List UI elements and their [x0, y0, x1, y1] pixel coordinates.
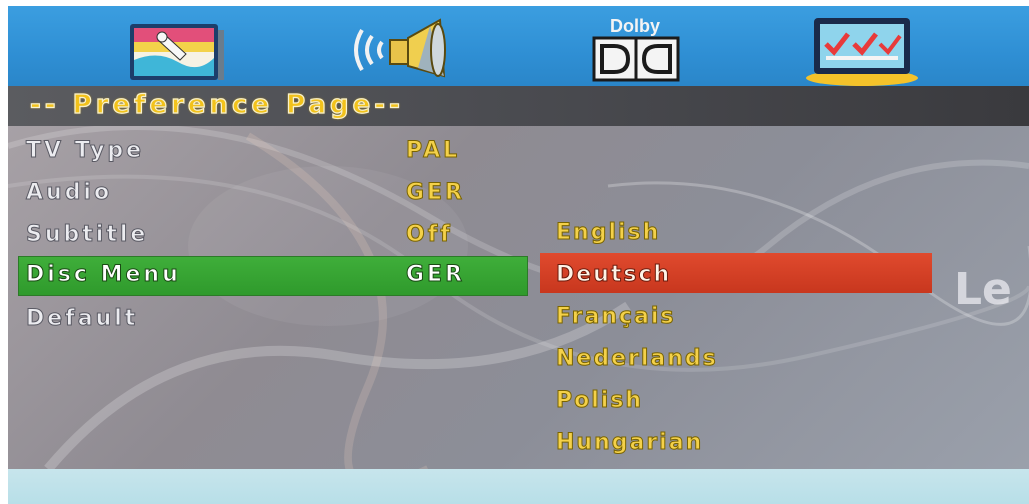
- preference-checklist-icon: [806, 18, 918, 86]
- background-swirl-decoration: [8, 126, 1029, 469]
- language-option[interactable]: Polish: [555, 388, 643, 414]
- setting-value: GER: [405, 262, 466, 288]
- picture-setup-icon: [130, 24, 224, 80]
- language-option[interactable]: Hungarian: [555, 430, 703, 456]
- page-header: -- Preference Page--: [8, 86, 1029, 126]
- language-option[interactable]: English: [555, 220, 660, 246]
- brand-watermark: Le: [954, 264, 1012, 315]
- tab-dolby-setup[interactable]: Dolby: [588, 14, 683, 84]
- tab-preference-setup[interactable]: [804, 14, 922, 86]
- language-option[interactable]: Français: [556, 304, 676, 330]
- setting-label: TV Type: [25, 138, 145, 164]
- speaker-icon: [354, 18, 446, 78]
- tab-audio-setup[interactable]: [348, 16, 458, 84]
- tab-picture-setup[interactable]: [128, 20, 228, 84]
- language-option-selected[interactable]: Deutsch: [555, 262, 671, 288]
- setting-label: Disc Menu: [26, 262, 181, 288]
- footer-strip: [8, 469, 1029, 504]
- setting-label: Default: [25, 306, 139, 332]
- page-title: -- Preference Page--: [29, 89, 404, 120]
- language-option[interactable]: Nederlands: [556, 346, 718, 372]
- setup-tab-bar: Dolby: [8, 6, 1029, 86]
- settings-panel: TV Type PAL Audio GER Subtitle Off Disc …: [8, 126, 1029, 469]
- dolby-digital-icon: Dolby: [592, 16, 680, 82]
- setting-label: Audio: [25, 180, 113, 206]
- dolby-label: Dolby: [610, 16, 660, 36]
- dvd-setup-screen: Dolby -- Preference Page-- TV Type PAL A…: [0, 0, 1029, 504]
- setting-value: Off: [406, 222, 453, 248]
- setting-label: Subtitle: [25, 222, 149, 248]
- setting-value: PAL: [405, 138, 461, 164]
- setting-value: GER: [405, 180, 466, 206]
